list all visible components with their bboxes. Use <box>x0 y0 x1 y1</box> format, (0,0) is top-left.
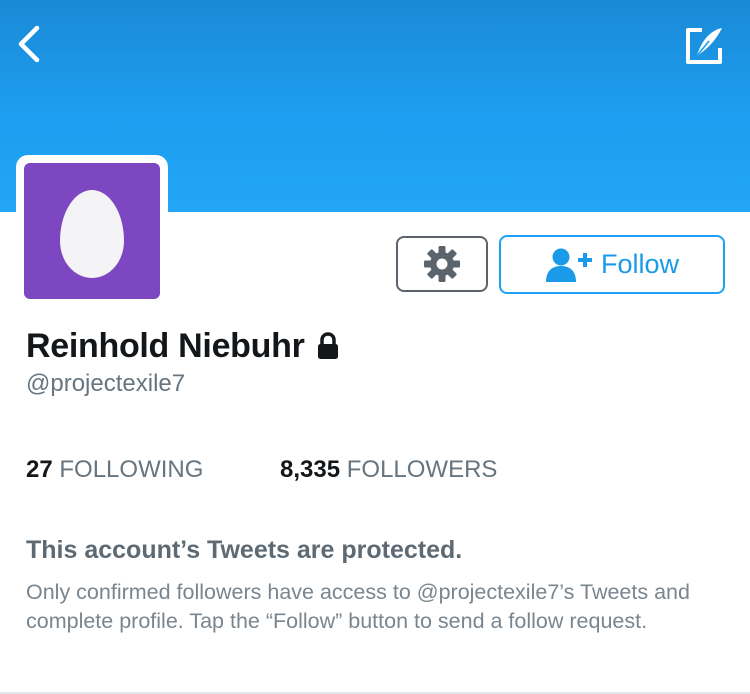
followers-stat[interactable]: 8,335 FOLLOWERS <box>280 456 497 484</box>
profile-handle: @projectexile7 <box>26 370 186 397</box>
follow-button[interactable]: Follow <box>499 235 725 294</box>
display-name-row: Reinhold Niebuhr <box>26 324 339 368</box>
protected-notice-title: This account’s Tweets are protected. <box>26 536 463 564</box>
protected-notice-body: Only confirmed followers have access to … <box>26 580 690 633</box>
lock-icon <box>317 332 338 359</box>
followers-count: 8,335 <box>280 456 341 483</box>
compose-tweet-button[interactable] <box>680 22 728 70</box>
chevron-left-icon <box>18 25 40 63</box>
avatar-frame <box>16 155 168 307</box>
following-stat[interactable]: 27 FOLLOWING <box>26 456 203 484</box>
following-count: 27 <box>26 456 53 483</box>
back-button[interactable] <box>8 20 52 68</box>
following-label: FOLLOWING <box>59 456 204 483</box>
follow-button-label: Follow <box>600 249 680 279</box>
compose-tweet-icon <box>686 28 722 64</box>
gear-icon <box>424 246 460 282</box>
default-egg-avatar <box>60 190 124 278</box>
display-name: Reinhold Niebuhr <box>26 326 305 365</box>
followers-label: FOLLOWERS <box>346 456 498 483</box>
settings-button[interactable] <box>396 236 488 292</box>
add-user-icon <box>545 248 592 282</box>
avatar[interactable] <box>24 163 160 299</box>
